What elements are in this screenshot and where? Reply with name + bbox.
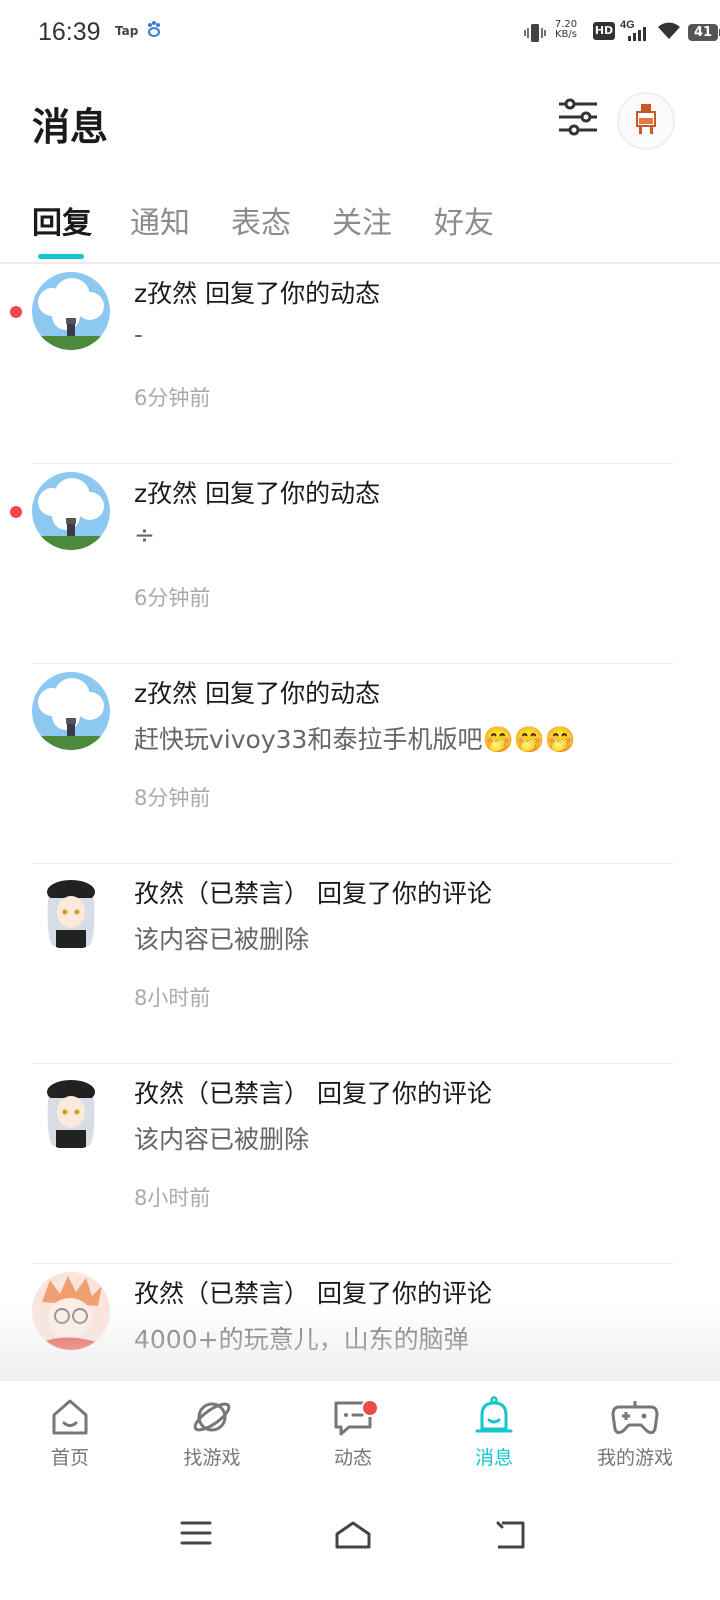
list-item[interactable]: z孜然 回复了你的动态 ÷ 6分钟前 bbox=[0, 464, 720, 664]
message-body: 4000+的玩意儿，山东的脑弹 bbox=[134, 1325, 469, 1354]
bottom-navigation: 首页 找游戏 动态 消息 我的游戏 bbox=[0, 1380, 720, 1491]
message-time: 6分钟前 bbox=[134, 586, 211, 610]
nav-label: 我的游戏 bbox=[596, 1447, 673, 1469]
notification-badge bbox=[361, 1399, 379, 1417]
message-title: 孜然（已禁言） 回复了你的评论 bbox=[134, 1079, 492, 1108]
system-home-button[interactable] bbox=[334, 1520, 372, 1554]
tab-reaction[interactable]: 表态 bbox=[231, 198, 291, 242]
back-button[interactable] bbox=[494, 1520, 526, 1554]
message-title: z孜然 回复了你的动态 bbox=[134, 679, 381, 708]
anime-girl-avatar[interactable] bbox=[32, 1072, 110, 1150]
status-time: 16:39 bbox=[38, 18, 101, 46]
message-time: 8分钟前 bbox=[134, 786, 211, 810]
message-time: 6分钟前 bbox=[134, 386, 211, 410]
home-icon bbox=[52, 1399, 88, 1435]
page-title: 消息 bbox=[32, 105, 109, 149]
filter-settings-button[interactable] bbox=[556, 96, 600, 140]
header: 消息 bbox=[0, 66, 720, 176]
menu-button[interactable] bbox=[180, 1520, 212, 1550]
battery-indicator: 41 bbox=[688, 24, 720, 41]
message-body: 赶快玩vivoy33和泰拉手机版吧🤭🤭🤭 bbox=[134, 725, 576, 754]
sky-pixel-avatar[interactable] bbox=[32, 672, 110, 750]
system-navigation bbox=[0, 1490, 720, 1600]
home-outline-icon bbox=[335, 1521, 371, 1549]
hd-badge: HD bbox=[593, 22, 615, 40]
tab-notification[interactable]: 通知 bbox=[130, 198, 190, 242]
message-time: 8小时前 bbox=[134, 986, 211, 1010]
message-tabs: 回复 通知 表态 关注 好友 bbox=[0, 190, 720, 264]
bell-icon bbox=[475, 1396, 513, 1433]
planet-icon bbox=[193, 1402, 231, 1432]
signal-icon: 4G bbox=[620, 18, 652, 48]
tab-reply[interactable]: 回复 bbox=[32, 198, 92, 242]
tab-indicator bbox=[38, 254, 84, 259]
nav-find-games[interactable]: 找游戏 bbox=[152, 1395, 272, 1470]
message-title: z孜然 回复了你的动态 bbox=[134, 279, 381, 308]
message-body: 该内容已被删除 bbox=[134, 1125, 310, 1154]
nav-label: 首页 bbox=[50, 1447, 89, 1469]
message-title: z孜然 回复了你的动态 bbox=[134, 479, 381, 508]
sky-pixel-avatar[interactable] bbox=[32, 272, 110, 350]
message-body: 该内容已被删除 bbox=[134, 925, 310, 954]
wifi-icon bbox=[656, 21, 682, 45]
list-item[interactable]: 孜然（已禁言） 回复了你的评论 4000+的玩意儿，山东的脑弹 bbox=[0, 1264, 720, 1380]
nav-feed[interactable]: 动态 bbox=[293, 1395, 413, 1470]
my-avatar[interactable] bbox=[617, 92, 675, 150]
nav-messages[interactable]: 消息 bbox=[434, 1395, 554, 1470]
list-item[interactable]: z孜然 回复了你的动态 - 6分钟前 bbox=[0, 264, 720, 464]
gamepad-icon bbox=[611, 1401, 659, 1435]
vibrate-icon bbox=[524, 22, 546, 48]
message-list: z孜然 回复了你的动态 - 6分钟前 z孜然 回复了你的动态 ÷ 6分钟前 z孜… bbox=[0, 264, 720, 1380]
unread-dot bbox=[10, 306, 22, 318]
back-icon bbox=[496, 1521, 525, 1549]
nav-label: 找游戏 bbox=[183, 1447, 241, 1469]
tap-app-badge: Tap bbox=[115, 24, 139, 38]
message-time: 8小时前 bbox=[134, 1186, 211, 1210]
nav-home[interactable]: 首页 bbox=[10, 1395, 130, 1470]
nav-my-games[interactable]: 我的游戏 bbox=[575, 1395, 695, 1470]
sky-pixel-avatar[interactable] bbox=[32, 472, 110, 550]
nav-label: 消息 bbox=[474, 1447, 513, 1469]
list-item[interactable]: 孜然（已禁言） 回复了你的评论 该内容已被删除 8小时前 bbox=[0, 864, 720, 1064]
message-title: 孜然（已禁言） 回复了你的评论 bbox=[134, 879, 492, 908]
status-bar: 16:39 Tap 7.20 KB/s HD 4G 41 bbox=[0, 0, 720, 66]
message-body: - bbox=[134, 320, 144, 349]
anime-girl-avatar[interactable] bbox=[32, 872, 110, 950]
tab-follow[interactable]: 关注 bbox=[332, 198, 392, 242]
message-title: 孜然（已禁言） 回复了你的评论 bbox=[134, 1279, 492, 1308]
list-item[interactable]: z孜然 回复了你的动态 赶快玩vivoy33和泰拉手机版吧🤭🤭🤭 8分钟前 bbox=[0, 664, 720, 864]
unread-dot bbox=[10, 506, 22, 518]
svg-text:4G: 4G bbox=[620, 19, 635, 31]
list-item[interactable]: 孜然（已禁言） 回复了你的评论 该内容已被删除 8小时前 bbox=[0, 1064, 720, 1264]
nav-label: 动态 bbox=[333, 1447, 372, 1469]
menu-icon bbox=[180, 1521, 212, 1545]
paw-icon bbox=[146, 20, 162, 42]
message-body: ÷ bbox=[134, 520, 155, 549]
tab-friends[interactable]: 好友 bbox=[434, 198, 494, 242]
network-speed: 7.20 KB/s bbox=[554, 19, 578, 40]
anime-boy-avatar[interactable] bbox=[32, 1272, 110, 1350]
sliders-icon bbox=[559, 98, 597, 136]
